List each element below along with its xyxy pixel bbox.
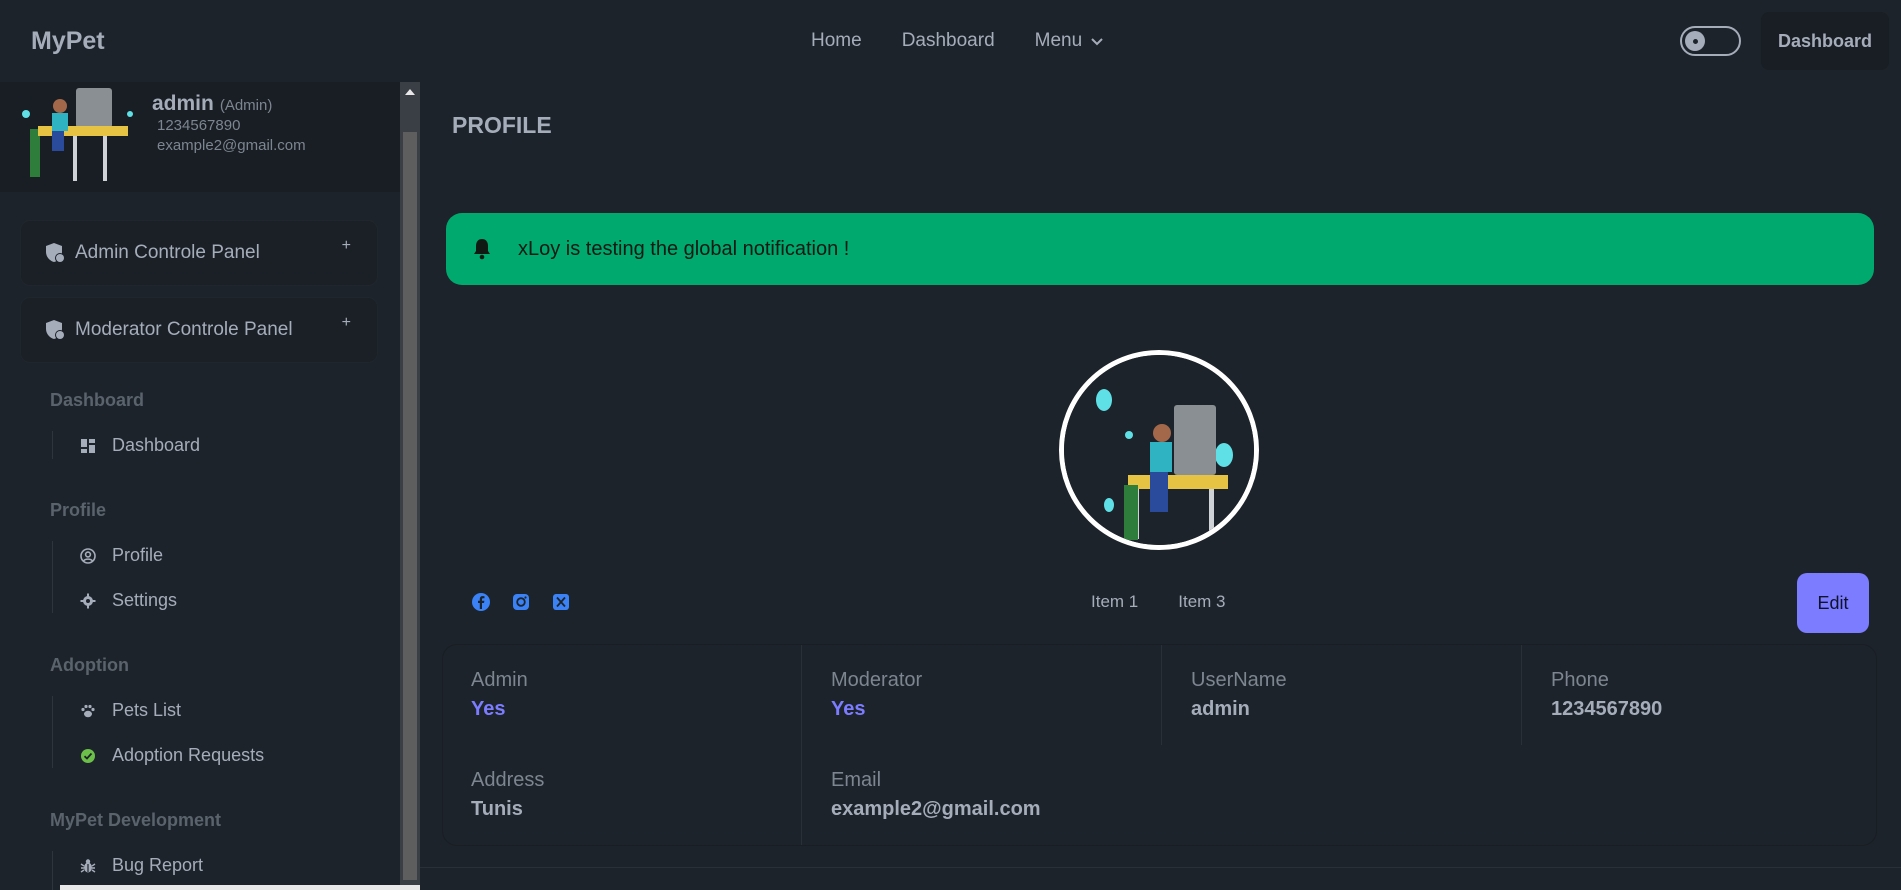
avatar-illustration — [1064, 355, 1254, 545]
global-notification: xLoy is testing the global notification … — [446, 213, 1874, 285]
section-dashboard: Dashboard — [50, 390, 145, 410]
stat-divider — [801, 645, 802, 845]
sidebar-item-label: Pets List — [112, 700, 182, 720]
stat-label: Address — [471, 769, 545, 791]
nav-home-link[interactable]: Home — [811, 30, 862, 52]
section-divider — [52, 851, 53, 890]
stat-email: Email example2@gmail.com — [803, 745, 1163, 845]
nav-menu-dropdown[interactable]: Menu — [1035, 30, 1105, 52]
stat-label: Admin — [471, 669, 528, 691]
section-adoption: Adoption — [50, 655, 129, 675]
sidebar-item-label: Settings — [112, 590, 178, 610]
moderator-panel-expand-icon[interactable]: + — [342, 314, 351, 332]
stat-divider — [1161, 645, 1162, 745]
sidebar-item-bug-report[interactable]: Bug Report — [80, 855, 203, 876]
stat-divider — [1521, 645, 1522, 745]
check-circle-icon — [81, 748, 95, 763]
scroll-up-arrow-icon[interactable] — [405, 89, 415, 95]
notification-text: xLoy is testing the global notification … — [518, 237, 850, 260]
stat-value: Yes — [831, 698, 866, 720]
bell-icon — [474, 239, 490, 260]
instagram-icon[interactable] — [511, 592, 531, 612]
admin-control-panel[interactable]: Admin Controle Panel + — [20, 220, 378, 286]
sidebar-item-label: Dashboard — [112, 435, 201, 455]
paw-icon — [81, 704, 95, 717]
sidebar-email: example2@gmail.com — [157, 137, 306, 154]
stat-moderator: Moderator Yes — [803, 645, 1163, 745]
social-links — [471, 592, 571, 612]
admin-panel-expand-icon[interactable]: + — [342, 237, 351, 255]
stat-label: Email — [831, 769, 882, 791]
edit-button[interactable]: Edit — [1797, 573, 1869, 633]
tab-item-1[interactable]: Item 1 — [1091, 592, 1138, 612]
sidebar-item-label: Adoption Requests — [112, 745, 265, 765]
sun-icon — [1685, 31, 1705, 51]
sidebar-item-profile[interactable]: Profile — [80, 545, 163, 566]
tab-item-3[interactable]: Item 3 — [1178, 592, 1225, 612]
stat-label: UserName — [1191, 669, 1287, 691]
sidebar-user-card: admin (Admin) 1234567890 example2@gmail.c… — [0, 82, 400, 192]
theme-toggle[interactable] — [1680, 26, 1741, 56]
sidebar-username: admin (Admin) — [152, 92, 272, 116]
stat-value: admin — [1191, 698, 1250, 720]
stat-phone: Phone 1234567890 — [1523, 645, 1883, 745]
section-development: MyPet Development — [50, 810, 222, 830]
avatar — [22, 88, 133, 181]
bug-icon — [80, 858, 96, 873]
facebook-icon[interactable] — [471, 592, 491, 612]
stat-label: Phone — [1551, 669, 1609, 691]
stat-value: Yes — [471, 698, 506, 720]
nav-dashboard-link[interactable]: Dashboard — [902, 30, 995, 52]
gear-icon — [80, 593, 96, 608]
chevron-down-icon — [1091, 38, 1103, 46]
sidebar-item-pets-list[interactable]: Pets List — [80, 700, 181, 721]
profile-tabs: Item 1 Item 3 — [1091, 592, 1226, 612]
sidebar-item-dashboard[interactable]: Dashboard — [80, 435, 200, 456]
brand-logo[interactable]: MyPet — [31, 27, 105, 56]
sidebar-phone: 1234567890 — [157, 117, 241, 134]
main-bottom-edge — [420, 867, 1901, 890]
sidebar-role: (Admin) — [219, 97, 273, 114]
sidebar-item-settings[interactable]: Settings — [80, 590, 177, 611]
moderator-control-panel[interactable]: Moderator Controle Panel + — [20, 297, 378, 363]
navbar: MyPet Home Dashboard Menu Dashboard — [0, 0, 1901, 82]
stat-admin: Admin Yes — [443, 645, 803, 745]
sidebar-item-adoption-requests[interactable]: Adoption Requests — [80, 745, 264, 766]
section-profile: Profile — [50, 500, 107, 520]
section-divider — [52, 431, 53, 459]
admin-control-panel-label: Admin Controle Panel — [75, 242, 260, 263]
nav-links: Home Dashboard Menu — [811, 30, 1104, 52]
nav-menu-label: Menu — [1034, 30, 1083, 51]
section-divider — [52, 541, 53, 613]
shield-icon — [46, 243, 65, 263]
sidebar-item-label: Bug Report — [112, 855, 204, 875]
dashboard-button[interactable]: Dashboard — [1761, 12, 1889, 70]
stat-value: Tunis — [471, 798, 523, 820]
x-twitter-icon[interactable] — [551, 592, 571, 612]
stat-value: 1234567890 — [1551, 698, 1663, 720]
sidebar-username-text: admin — [152, 92, 214, 115]
page-title: PROFILE — [452, 112, 552, 138]
scrollbar-thumb[interactable] — [403, 132, 417, 880]
stat-value: example2@gmail.com — [831, 798, 1041, 820]
section-divider — [52, 696, 53, 768]
sidebar: admin (Admin) 1234567890 example2@gmail.c… — [0, 82, 400, 890]
profile-avatar — [1059, 350, 1259, 550]
sidebar-item-label: Profile — [112, 545, 164, 565]
user-circle-icon — [80, 547, 96, 564]
shield-icon — [46, 320, 65, 340]
horizontal-scrollbar[interactable] — [60, 885, 420, 890]
grid-icon — [81, 438, 95, 453]
stat-username: UserName admin — [1163, 645, 1523, 745]
moderator-control-panel-label: Moderator Controle Panel — [75, 319, 293, 340]
stat-label: Moderator — [831, 669, 923, 691]
stat-address: Address Tunis — [443, 745, 803, 845]
profile-stats: Admin Yes Moderator Yes UserName admin P… — [443, 645, 1876, 845]
